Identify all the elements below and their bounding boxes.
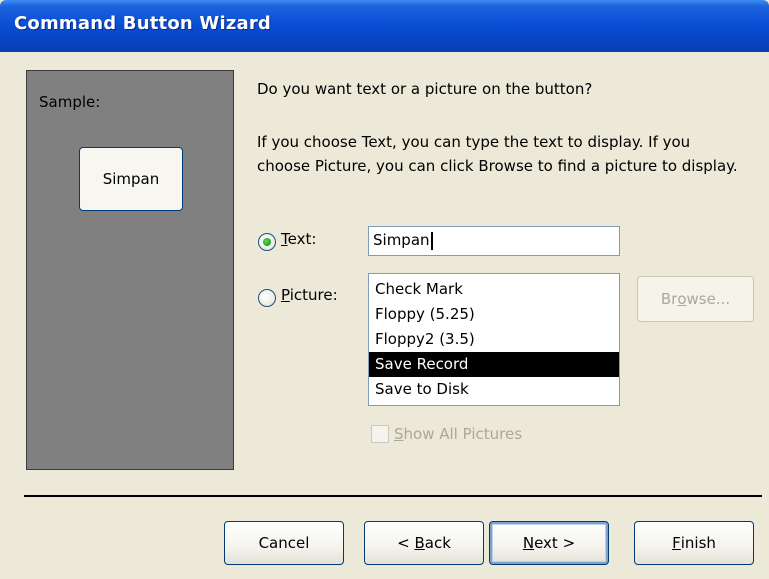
title-bar[interactable]: Command Button Wizard [0, 0, 769, 52]
sample-button-text: Simpan [102, 170, 160, 188]
finish-button[interactable]: Finish [634, 521, 754, 565]
instructions-line-1: If you choose Text, you can type the tex… [257, 133, 691, 151]
show-all-pictures-checkbox[interactable] [371, 425, 389, 443]
list-item-selected[interactable]: Save Record [369, 352, 619, 377]
list-item[interactable]: Floppy2 (3.5) [369, 327, 619, 352]
next-button[interactable]: Next > [489, 521, 609, 565]
instructions-line-2: choose Picture, you can click Browse to … [257, 157, 738, 175]
show-all-pictures-label[interactable]: Show All Pictures [394, 425, 522, 443]
sample-preview-panel: Sample: Simpan [26, 70, 234, 470]
sample-label: Sample: [39, 93, 101, 111]
back-button[interactable]: < Back [364, 521, 484, 565]
picture-option-label[interactable]: Picture: [281, 286, 338, 304]
footer-divider [24, 495, 762, 497]
button-text-input[interactable]: Simpan [368, 226, 620, 256]
button-text-value: Simpan [373, 231, 430, 249]
browse-button[interactable]: Br o wse... [637, 276, 754, 322]
sample-button-preview: Simpan [79, 147, 183, 211]
command-button-wizard-dialog: Command Button Wizard Sample: Simpan Do … [0, 0, 769, 579]
radio-selected-dot [263, 238, 271, 246]
text-caret [430, 231, 433, 250]
text-option-radio[interactable] [258, 233, 276, 251]
text-option-label[interactable]: Text: [281, 230, 316, 248]
question-text: Do you want text or a picture on the but… [257, 80, 593, 98]
cancel-button[interactable]: Cancel [224, 521, 344, 565]
window-title: Command Button Wizard [14, 13, 271, 34]
list-item[interactable]: Floppy (5.25) [369, 302, 619, 327]
picture-option-radio[interactable] [258, 289, 276, 307]
picture-listbox[interactable]: Check Mark Floppy (5.25) Floppy2 (3.5) S… [368, 273, 620, 406]
list-item[interactable]: Save to Disk [369, 377, 619, 402]
list-item[interactable]: Check Mark [369, 277, 619, 302]
